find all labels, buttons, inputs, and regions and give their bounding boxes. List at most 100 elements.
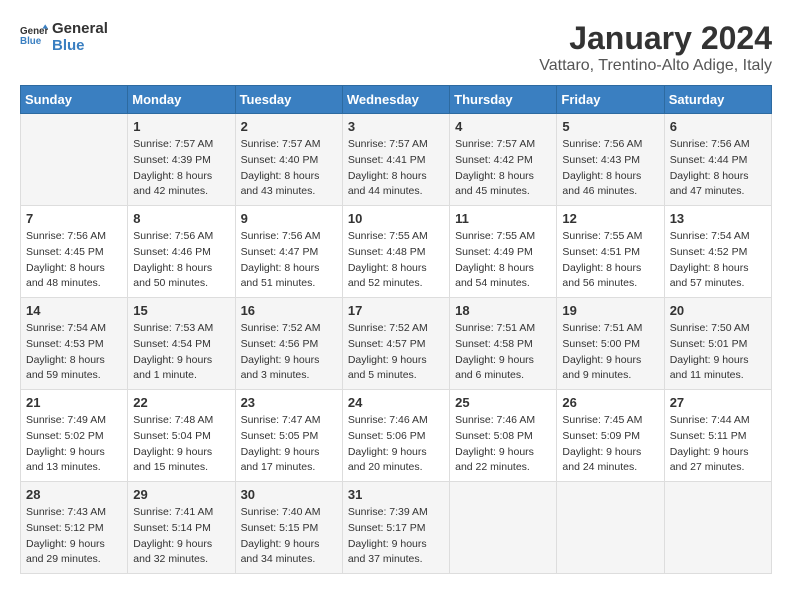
- header-saturday: Saturday: [664, 86, 771, 114]
- calendar-cell: 12 Sunrise: 7:55 AMSunset: 4:51 PMDayligh…: [557, 206, 664, 298]
- day-number: 15: [133, 303, 229, 318]
- calendar-cell: 23 Sunrise: 7:47 AMSunset: 5:05 PMDayligh…: [235, 390, 342, 482]
- day-number: 19: [562, 303, 658, 318]
- day-info: Sunrise: 7:44 AMSunset: 5:11 PMDaylight:…: [670, 413, 766, 476]
- day-info: Sunrise: 7:54 AMSunset: 4:53 PMDaylight:…: [26, 321, 122, 384]
- calendar-cell: 18 Sunrise: 7:51 AMSunset: 4:58 PMDayligh…: [450, 298, 557, 390]
- calendar-cell: 31Sunrise: 7:39 AMSunset: 5:17 PMDayligh…: [342, 482, 449, 574]
- day-number: 16: [241, 303, 337, 318]
- week-row-3: 14 Sunrise: 7:54 AMSunset: 4:53 PMDayligh…: [21, 298, 772, 390]
- day-info: Sunrise: 7:51 AMSunset: 4:58 PMDaylight:…: [455, 321, 551, 384]
- day-number: 26: [562, 395, 658, 410]
- calendar-cell: 4Sunrise: 7:57 AMSunset: 4:42 PMDaylight…: [450, 114, 557, 206]
- day-number: 18: [455, 303, 551, 318]
- day-number: 5: [562, 119, 658, 134]
- weekday-header-row: Sunday Monday Tuesday Wednesday Thursday…: [21, 86, 772, 114]
- day-info: Sunrise: 7:56 AMSunset: 4:46 PMDaylight:…: [133, 229, 229, 292]
- day-number: 22: [133, 395, 229, 410]
- day-info: Sunrise: 7:47 AMSunset: 5:05 PMDaylight:…: [241, 413, 337, 476]
- day-number: 20: [670, 303, 766, 318]
- day-number: 14: [26, 303, 122, 318]
- month-title: January 2024: [539, 20, 772, 57]
- calendar-cell: 25 Sunrise: 7:46 AMSunset: 5:08 PMDayligh…: [450, 390, 557, 482]
- day-number: 4: [455, 119, 551, 134]
- day-number: 12: [562, 211, 658, 226]
- calendar-cell: 27 Sunrise: 7:44 AMSunset: 5:11 PMDayligh…: [664, 390, 771, 482]
- header-friday: Friday: [557, 86, 664, 114]
- header-sunday: Sunday: [21, 86, 128, 114]
- calendar-cell: 13 Sunrise: 7:54 AMSunset: 4:52 PMDayligh…: [664, 206, 771, 298]
- day-info: Sunrise: 7:52 AMSunset: 4:56 PMDaylight:…: [241, 321, 337, 384]
- svg-text:Blue: Blue: [20, 36, 42, 47]
- day-info: Sunrise: 7:48 AMSunset: 5:04 PMDaylight:…: [133, 413, 229, 476]
- calendar-cell: 26 Sunrise: 7:45 AMSunset: 5:09 PMDayligh…: [557, 390, 664, 482]
- day-number: 3: [348, 119, 444, 134]
- header-monday: Monday: [128, 86, 235, 114]
- header-wednesday: Wednesday: [342, 86, 449, 114]
- day-number: 9: [241, 211, 337, 226]
- calendar-cell: 7 Sunrise: 7:56 AMSunset: 4:45 PMDaylight…: [21, 206, 128, 298]
- day-info: Sunrise: 7:57 AMSunset: 4:41 PMDaylight:…: [348, 137, 444, 200]
- header: General Blue General Blue January 2024 V…: [20, 20, 772, 75]
- day-info: Sunrise: 7:56 AMSunset: 4:43 PMDaylight:…: [562, 137, 658, 200]
- day-info: Sunrise: 7:39 AMSunset: 5:17 PMDaylight:…: [348, 505, 444, 568]
- day-info: Sunrise: 7:57 AMSunset: 4:39 PMDaylight:…: [133, 137, 229, 200]
- day-info: Sunrise: 7:53 AMSunset: 4:54 PMDaylight:…: [133, 321, 229, 384]
- logo-general: General: [52, 20, 108, 37]
- calendar-cell: 20 Sunrise: 7:50 AMSunset: 5:01 PMDayligh…: [664, 298, 771, 390]
- calendar-cell: 9 Sunrise: 7:56 AMSunset: 4:47 PMDaylight…: [235, 206, 342, 298]
- calendar-cell: 1 Sunrise: 7:57 AMSunset: 4:39 PMDaylight…: [128, 114, 235, 206]
- day-info: Sunrise: 7:55 AMSunset: 4:48 PMDaylight:…: [348, 229, 444, 292]
- calendar-cell: 28Sunrise: 7:43 AMSunset: 5:12 PMDayligh…: [21, 482, 128, 574]
- week-row-5: 28Sunrise: 7:43 AMSunset: 5:12 PMDayligh…: [21, 482, 772, 574]
- day-info: Sunrise: 7:57 AMSunset: 4:40 PMDaylight:…: [241, 137, 337, 200]
- day-number: 25: [455, 395, 551, 410]
- calendar-cell: [557, 482, 664, 574]
- day-number: 29: [133, 487, 229, 502]
- day-info: Sunrise: 7:50 AMSunset: 5:01 PMDaylight:…: [670, 321, 766, 384]
- calendar-cell: 22 Sunrise: 7:48 AMSunset: 5:04 PMDayligh…: [128, 390, 235, 482]
- calendar-cell: 3 Sunrise: 7:57 AMSunset: 4:41 PMDaylight…: [342, 114, 449, 206]
- day-info: Sunrise: 7:52 AMSunset: 4:57 PMDaylight:…: [348, 321, 444, 384]
- day-number: 6: [670, 119, 766, 134]
- day-number: 11: [455, 211, 551, 226]
- day-number: 7: [26, 211, 122, 226]
- day-number: 30: [241, 487, 337, 502]
- week-row-1: 1 Sunrise: 7:57 AMSunset: 4:39 PMDaylight…: [21, 114, 772, 206]
- day-info: Sunrise: 7:45 AMSunset: 5:09 PMDaylight:…: [562, 413, 658, 476]
- day-number: 10: [348, 211, 444, 226]
- calendar-cell: 30Sunrise: 7:40 AMSunset: 5:15 PMDayligh…: [235, 482, 342, 574]
- calendar-table: Sunday Monday Tuesday Wednesday Thursday…: [20, 85, 772, 574]
- day-number: 27: [670, 395, 766, 410]
- calendar-cell: 6Sunrise: 7:56 AMSunset: 4:44 PMDaylight…: [664, 114, 771, 206]
- calendar-cell: 21Sunrise: 7:49 AMSunset: 5:02 PMDayligh…: [21, 390, 128, 482]
- day-info: Sunrise: 7:54 AMSunset: 4:52 PMDaylight:…: [670, 229, 766, 292]
- calendar-cell: 14 Sunrise: 7:54 AMSunset: 4:53 PMDayligh…: [21, 298, 128, 390]
- header-thursday: Thursday: [450, 86, 557, 114]
- day-info: Sunrise: 7:55 AMSunset: 4:49 PMDaylight:…: [455, 229, 551, 292]
- calendar-cell: [664, 482, 771, 574]
- calendar-cell: 5 Sunrise: 7:56 AMSunset: 4:43 PMDaylight…: [557, 114, 664, 206]
- calendar-cell: 29 Sunrise: 7:41 AMSunset: 5:14 PMDayligh…: [128, 482, 235, 574]
- day-info: Sunrise: 7:46 AMSunset: 5:08 PMDaylight:…: [455, 413, 551, 476]
- calendar-body: 1 Sunrise: 7:57 AMSunset: 4:39 PMDaylight…: [21, 114, 772, 574]
- day-info: Sunrise: 7:55 AMSunset: 4:51 PMDaylight:…: [562, 229, 658, 292]
- day-info: Sunrise: 7:56 AMSunset: 4:47 PMDaylight:…: [241, 229, 337, 292]
- day-number: 23: [241, 395, 337, 410]
- calendar-cell: 11 Sunrise: 7:55 AMSunset: 4:49 PMDayligh…: [450, 206, 557, 298]
- title-area: January 2024 Vattaro, Trentino-Alto Adig…: [539, 20, 772, 75]
- day-info: Sunrise: 7:56 AMSunset: 4:45 PMDaylight:…: [26, 229, 122, 292]
- week-row-4: 21Sunrise: 7:49 AMSunset: 5:02 PMDayligh…: [21, 390, 772, 482]
- calendar-cell: 19Sunrise: 7:51 AMSunset: 5:00 PMDayligh…: [557, 298, 664, 390]
- calendar-cell: [21, 114, 128, 206]
- day-number: 13: [670, 211, 766, 226]
- logo: General Blue General Blue: [20, 20, 108, 54]
- day-number: 24: [348, 395, 444, 410]
- day-info: Sunrise: 7:41 AMSunset: 5:14 PMDaylight:…: [133, 505, 229, 568]
- day-info: Sunrise: 7:46 AMSunset: 5:06 PMDaylight:…: [348, 413, 444, 476]
- day-number: 1: [133, 119, 229, 134]
- day-number: 17: [348, 303, 444, 318]
- calendar-cell: 24 Sunrise: 7:46 AMSunset: 5:06 PMDayligh…: [342, 390, 449, 482]
- calendar-cell: 2Sunrise: 7:57 AMSunset: 4:40 PMDaylight…: [235, 114, 342, 206]
- calendar-cell: 16 Sunrise: 7:52 AMSunset: 4:56 PMDayligh…: [235, 298, 342, 390]
